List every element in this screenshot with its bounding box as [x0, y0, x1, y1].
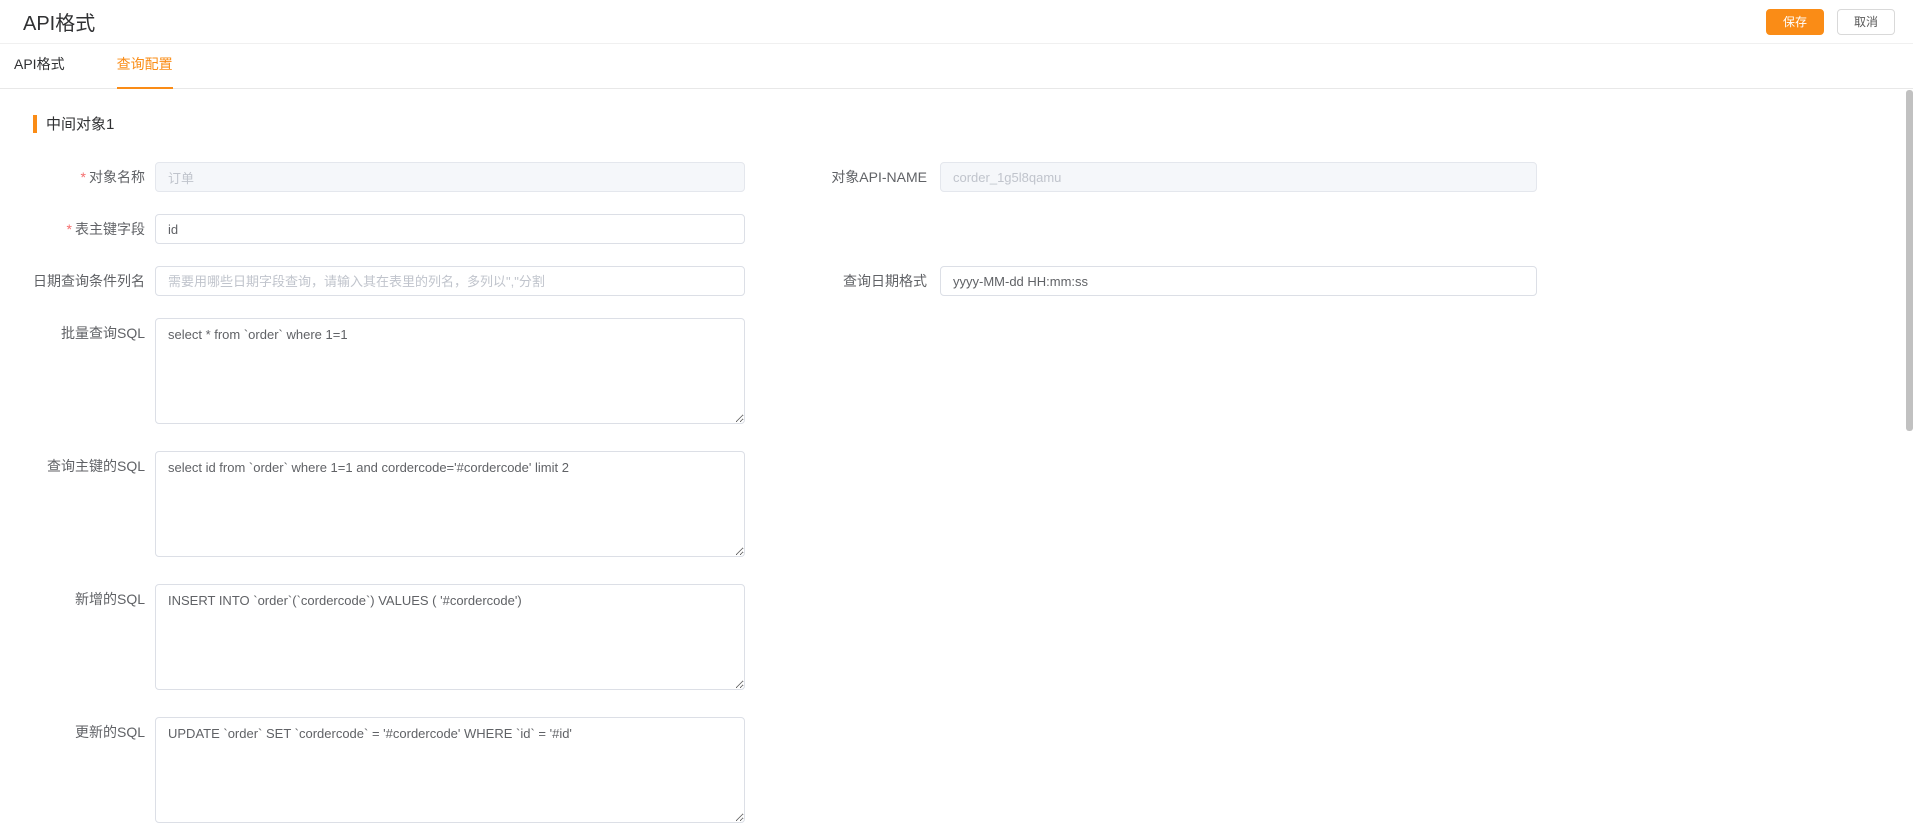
page-header: API格式 保存 取消	[0, 0, 1913, 44]
update-sql-control: UPDATE `order` SET `cordercode` = '#cord…	[155, 717, 745, 828]
save-button[interactable]: 保存	[1765, 8, 1824, 35]
required-asterisk: *	[80, 169, 86, 185]
update-sql-label: 更新的SQL	[74, 724, 145, 740]
insert-sql-textarea[interactable]: INSERT INTO `order`(`cordercode`) VALUES…	[155, 584, 745, 690]
page-title: API格式	[23, 13, 96, 35]
field-object-api-name: 对象API-NAME	[745, 162, 1537, 192]
form-row-update-sql: 更新的SQL UPDATE `order` SET `cordercode` =…	[17, 717, 1913, 828]
tab-query-config[interactable]: 查询配置	[116, 54, 173, 89]
object-api-name-control	[940, 162, 1537, 192]
insert-sql-control: INSERT INTO `order`(`cordercode`) VALUES…	[155, 584, 745, 695]
date-format-label: 查询日期格式	[843, 273, 927, 289]
batch-sql-textarea[interactable]: select * from `order` where 1=1	[155, 318, 745, 424]
field-date-columns: 日期查询条件列名	[17, 266, 745, 296]
required-asterisk: *	[66, 221, 72, 237]
field-object-name: * 对象名称	[17, 162, 745, 192]
object-api-name-input[interactable]	[940, 162, 1537, 192]
field-primary-key: * 表主键字段	[17, 214, 745, 244]
date-columns-label: 日期查询条件列名	[33, 273, 145, 289]
section-accent-bar	[33, 114, 37, 133]
field-date-format: 查询日期格式	[745, 266, 1537, 296]
field-batch-sql: 批量查询SQL select * from `order` where 1=1	[17, 318, 745, 429]
object-name-label-text: 对象名称	[89, 169, 145, 185]
form-row-date: 日期查询条件列名 查询日期格式	[17, 266, 1913, 296]
form-row-batch-sql: 批量查询SQL select * from `order` where 1=1	[17, 318, 1913, 429]
header-actions: 保存 取消	[1765, 8, 1895, 35]
primary-key-control	[155, 214, 745, 244]
vertical-scrollbar[interactable]	[1905, 90, 1913, 830]
section-title: 中间对象1	[33, 113, 1913, 134]
content: 中间对象1 *对象名称 对象API-NAME *表主键字段 日期查询条件列名	[0, 89, 1913, 828]
field-insert-sql: 新增的SQL INSERT INTO `order`(`cordercode`)…	[17, 584, 745, 695]
date-columns-input[interactable]	[155, 266, 745, 296]
insert-sql-label: 新增的SQL	[74, 591, 145, 607]
batch-sql-control: select * from `order` where 1=1	[155, 318, 745, 429]
primary-key-input[interactable]	[155, 214, 745, 244]
tab-api-format[interactable]: API格式	[14, 54, 65, 88]
primary-key-label: * 表主键字段	[17, 214, 155, 244]
batch-sql-label: 批量查询SQL	[60, 325, 145, 341]
object-name-label: * 对象名称	[17, 162, 155, 192]
section-title-text: 中间对象1	[46, 116, 115, 133]
field-update-sql: 更新的SQL UPDATE `order` SET `cordercode` =…	[17, 717, 745, 828]
date-format-input[interactable]	[940, 266, 1537, 296]
update-sql-textarea[interactable]: UPDATE `order` SET `cordercode` = '#cord…	[155, 717, 745, 823]
scrollbar-thumb[interactable]	[1906, 90, 1913, 431]
object-name-input[interactable]	[155, 162, 745, 192]
field-query-pk-sql: 查询主键的SQL select id from `order` where 1=…	[17, 451, 745, 562]
query-pk-sql-control: select id from `order` where 1=1 and cor…	[155, 451, 745, 562]
query-pk-sql-textarea[interactable]: select id from `order` where 1=1 and cor…	[155, 451, 745, 557]
tabs-bar: API格式 查询配置	[0, 44, 1913, 89]
primary-key-label-text: 表主键字段	[75, 221, 145, 237]
form-row-query-pk-sql: 查询主键的SQL select id from `order` where 1=…	[17, 451, 1913, 562]
form-row-insert-sql: 新增的SQL INSERT INTO `order`(`cordercode`)…	[17, 584, 1913, 695]
query-pk-sql-label: 查询主键的SQL	[46, 458, 145, 474]
date-format-control	[940, 266, 1537, 296]
date-columns-control	[155, 266, 745, 296]
form-row-primary-key: * 表主键字段	[17, 214, 1913, 244]
object-name-control	[155, 162, 745, 192]
object-api-name-label: 对象API-NAME	[831, 169, 927, 185]
form-row-object: *对象名称 对象API-NAME	[17, 162, 1913, 192]
cancel-button[interactable]: 取消	[1836, 8, 1895, 35]
